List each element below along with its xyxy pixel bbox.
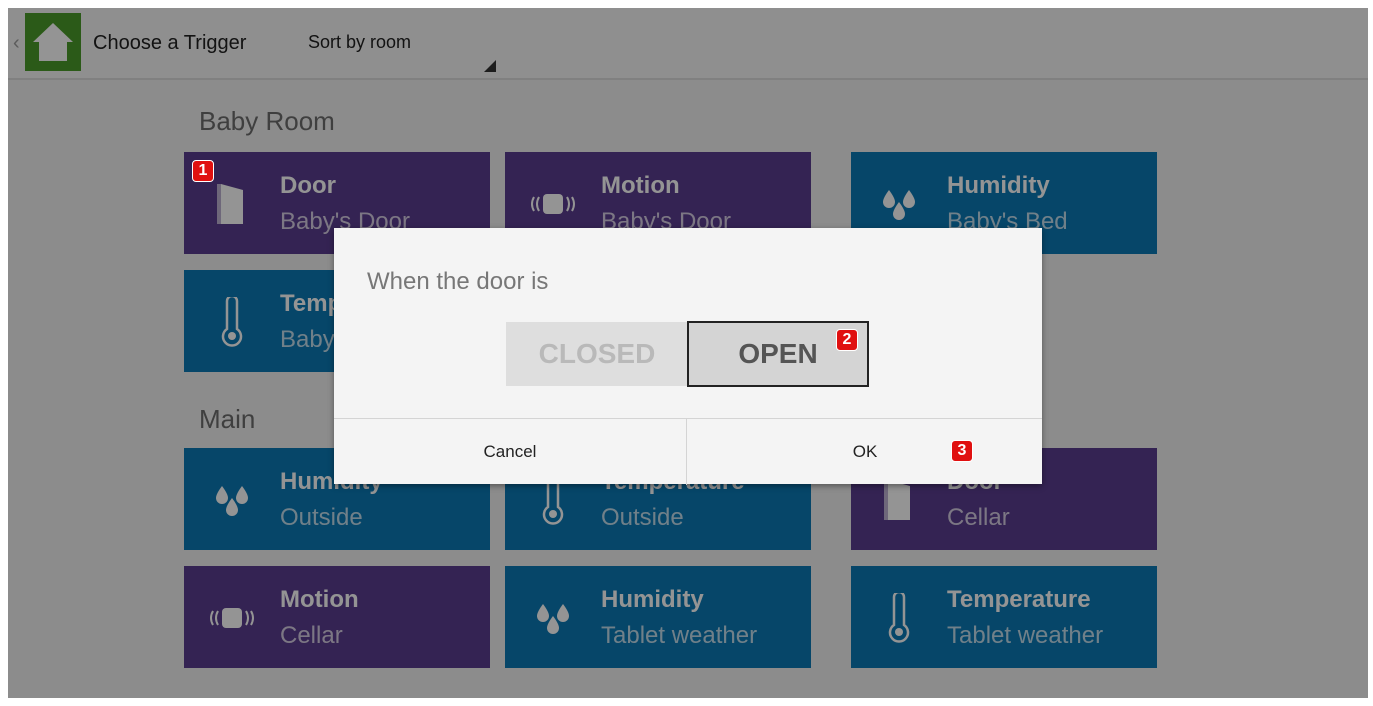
annotation-badge-2: 2 (836, 329, 858, 351)
cancel-button[interactable]: Cancel (334, 419, 687, 485)
closed-option-button[interactable]: CLOSED (506, 322, 688, 386)
annotation-badge-3: 3 (951, 440, 973, 462)
trigger-dialog: When the door is CLOSED OPEN 2 Cancel OK… (334, 228, 1042, 485)
annotation-badge-1: 1 (192, 160, 214, 182)
ok-button[interactable]: OK (688, 419, 1042, 485)
dialog-button-bar: Cancel OK 3 (334, 418, 1042, 485)
dialog-message: When the door is (367, 268, 549, 295)
app-screen: ‹ Choose a Trigger Sort by room Baby Roo… (8, 8, 1368, 698)
